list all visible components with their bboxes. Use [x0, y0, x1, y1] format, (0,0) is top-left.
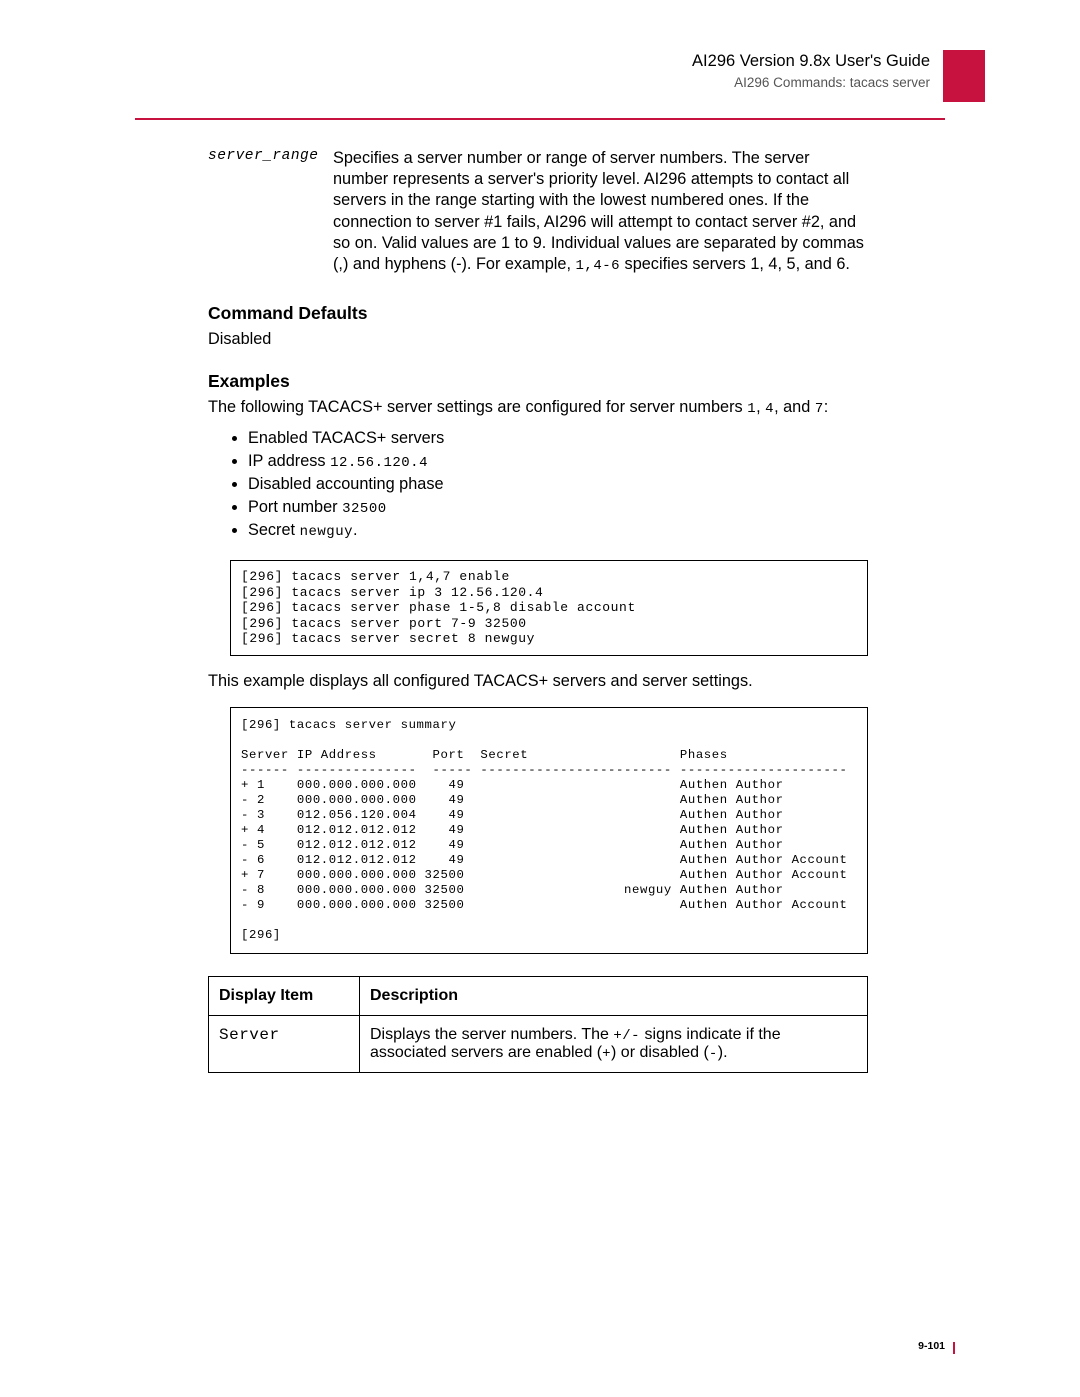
desc-code2: +	[602, 1046, 611, 1062]
param-desc-code: 1,4-6	[576, 258, 621, 274]
examples-intro-text4: :	[824, 398, 829, 416]
description-table: Display Item Description Server Displays…	[208, 976, 868, 1073]
examples-intro-code2: 4	[765, 401, 774, 417]
examples-intro-text2: ,	[756, 398, 765, 416]
doc-subtitle: AI296 Commands: tacacs server	[692, 75, 930, 90]
desc-text3: ) or disabled (	[611, 1044, 709, 1061]
desc-text4: ).	[718, 1044, 728, 1061]
list-item: IP address 12.56.120.4	[248, 452, 868, 471]
page-header: AI296 Version 9.8x User's Guide AI296 Co…	[0, 52, 1080, 120]
page: AI296 Version 9.8x User's Guide AI296 Co…	[0, 0, 1080, 1397]
doc-title: AI296 Version 9.8x User's Guide	[692, 52, 930, 71]
param-desc-text2: specifies servers 1, 4, 5, and 6.	[620, 255, 850, 273]
footer-accent-bar	[953, 1342, 956, 1354]
bullet-code: 32500	[342, 501, 387, 517]
after-code-text: This example displays all configured TAC…	[208, 672, 868, 691]
table-row: Server Displays the server numbers. The …	[209, 1016, 868, 1073]
bullet-text: Secret	[248, 521, 300, 539]
examples-intro-code: 1	[747, 401, 756, 417]
list-item: Port number 32500	[248, 498, 868, 517]
header-rule	[135, 118, 945, 120]
code-example-2: [296] tacacs server summary Server IP Ad…	[230, 707, 868, 954]
param-description: Specifies a server number or range of se…	[333, 148, 868, 275]
bullet-text2: .	[353, 521, 358, 539]
examples-heading: Examples	[208, 371, 868, 392]
page-number: 9-101	[918, 1340, 945, 1352]
th-description: Description	[360, 977, 868, 1016]
example-bullets: Enabled TACACS+ servers IP address 12.56…	[248, 429, 868, 540]
td-description: Displays the server numbers. The +/- sig…	[360, 1016, 868, 1073]
list-item: Disabled accounting phase	[248, 475, 868, 494]
content: server_range Specifies a server number o…	[208, 148, 868, 1073]
desc-code: +/-	[613, 1028, 640, 1044]
header-text: AI296 Version 9.8x User's Guide AI296 Co…	[692, 52, 930, 90]
list-item: Enabled TACACS+ servers	[248, 429, 868, 448]
bullet-text: IP address	[248, 452, 330, 470]
desc-code3: -	[709, 1046, 718, 1062]
list-item: Secret newguy.	[248, 521, 868, 540]
table-header-row: Display Item Description	[209, 977, 868, 1016]
param-label: server_range	[208, 148, 333, 275]
param-row: server_range Specifies a server number o…	[208, 148, 868, 275]
td-item: Server	[209, 1016, 360, 1073]
examples-intro-text3: , and	[774, 398, 815, 416]
examples-intro-code3: 7	[815, 401, 824, 417]
bullet-code: 12.56.120.4	[330, 455, 428, 471]
command-defaults-heading: Command Defaults	[208, 303, 868, 324]
bullet-code: newguy	[300, 524, 353, 540]
examples-intro: The following TACACS+ server settings ar…	[208, 398, 868, 417]
bullet-text: Port number	[248, 498, 342, 516]
examples-intro-text: The following TACACS+ server settings ar…	[208, 398, 747, 416]
desc-text: Displays the server numbers. The	[370, 1026, 613, 1043]
header-accent-block	[943, 50, 985, 102]
code-example-1: [296] tacacs server 1,4,7 enable [296] t…	[230, 560, 868, 656]
th-display-item: Display Item	[209, 977, 360, 1016]
command-defaults-value: Disabled	[208, 330, 868, 349]
